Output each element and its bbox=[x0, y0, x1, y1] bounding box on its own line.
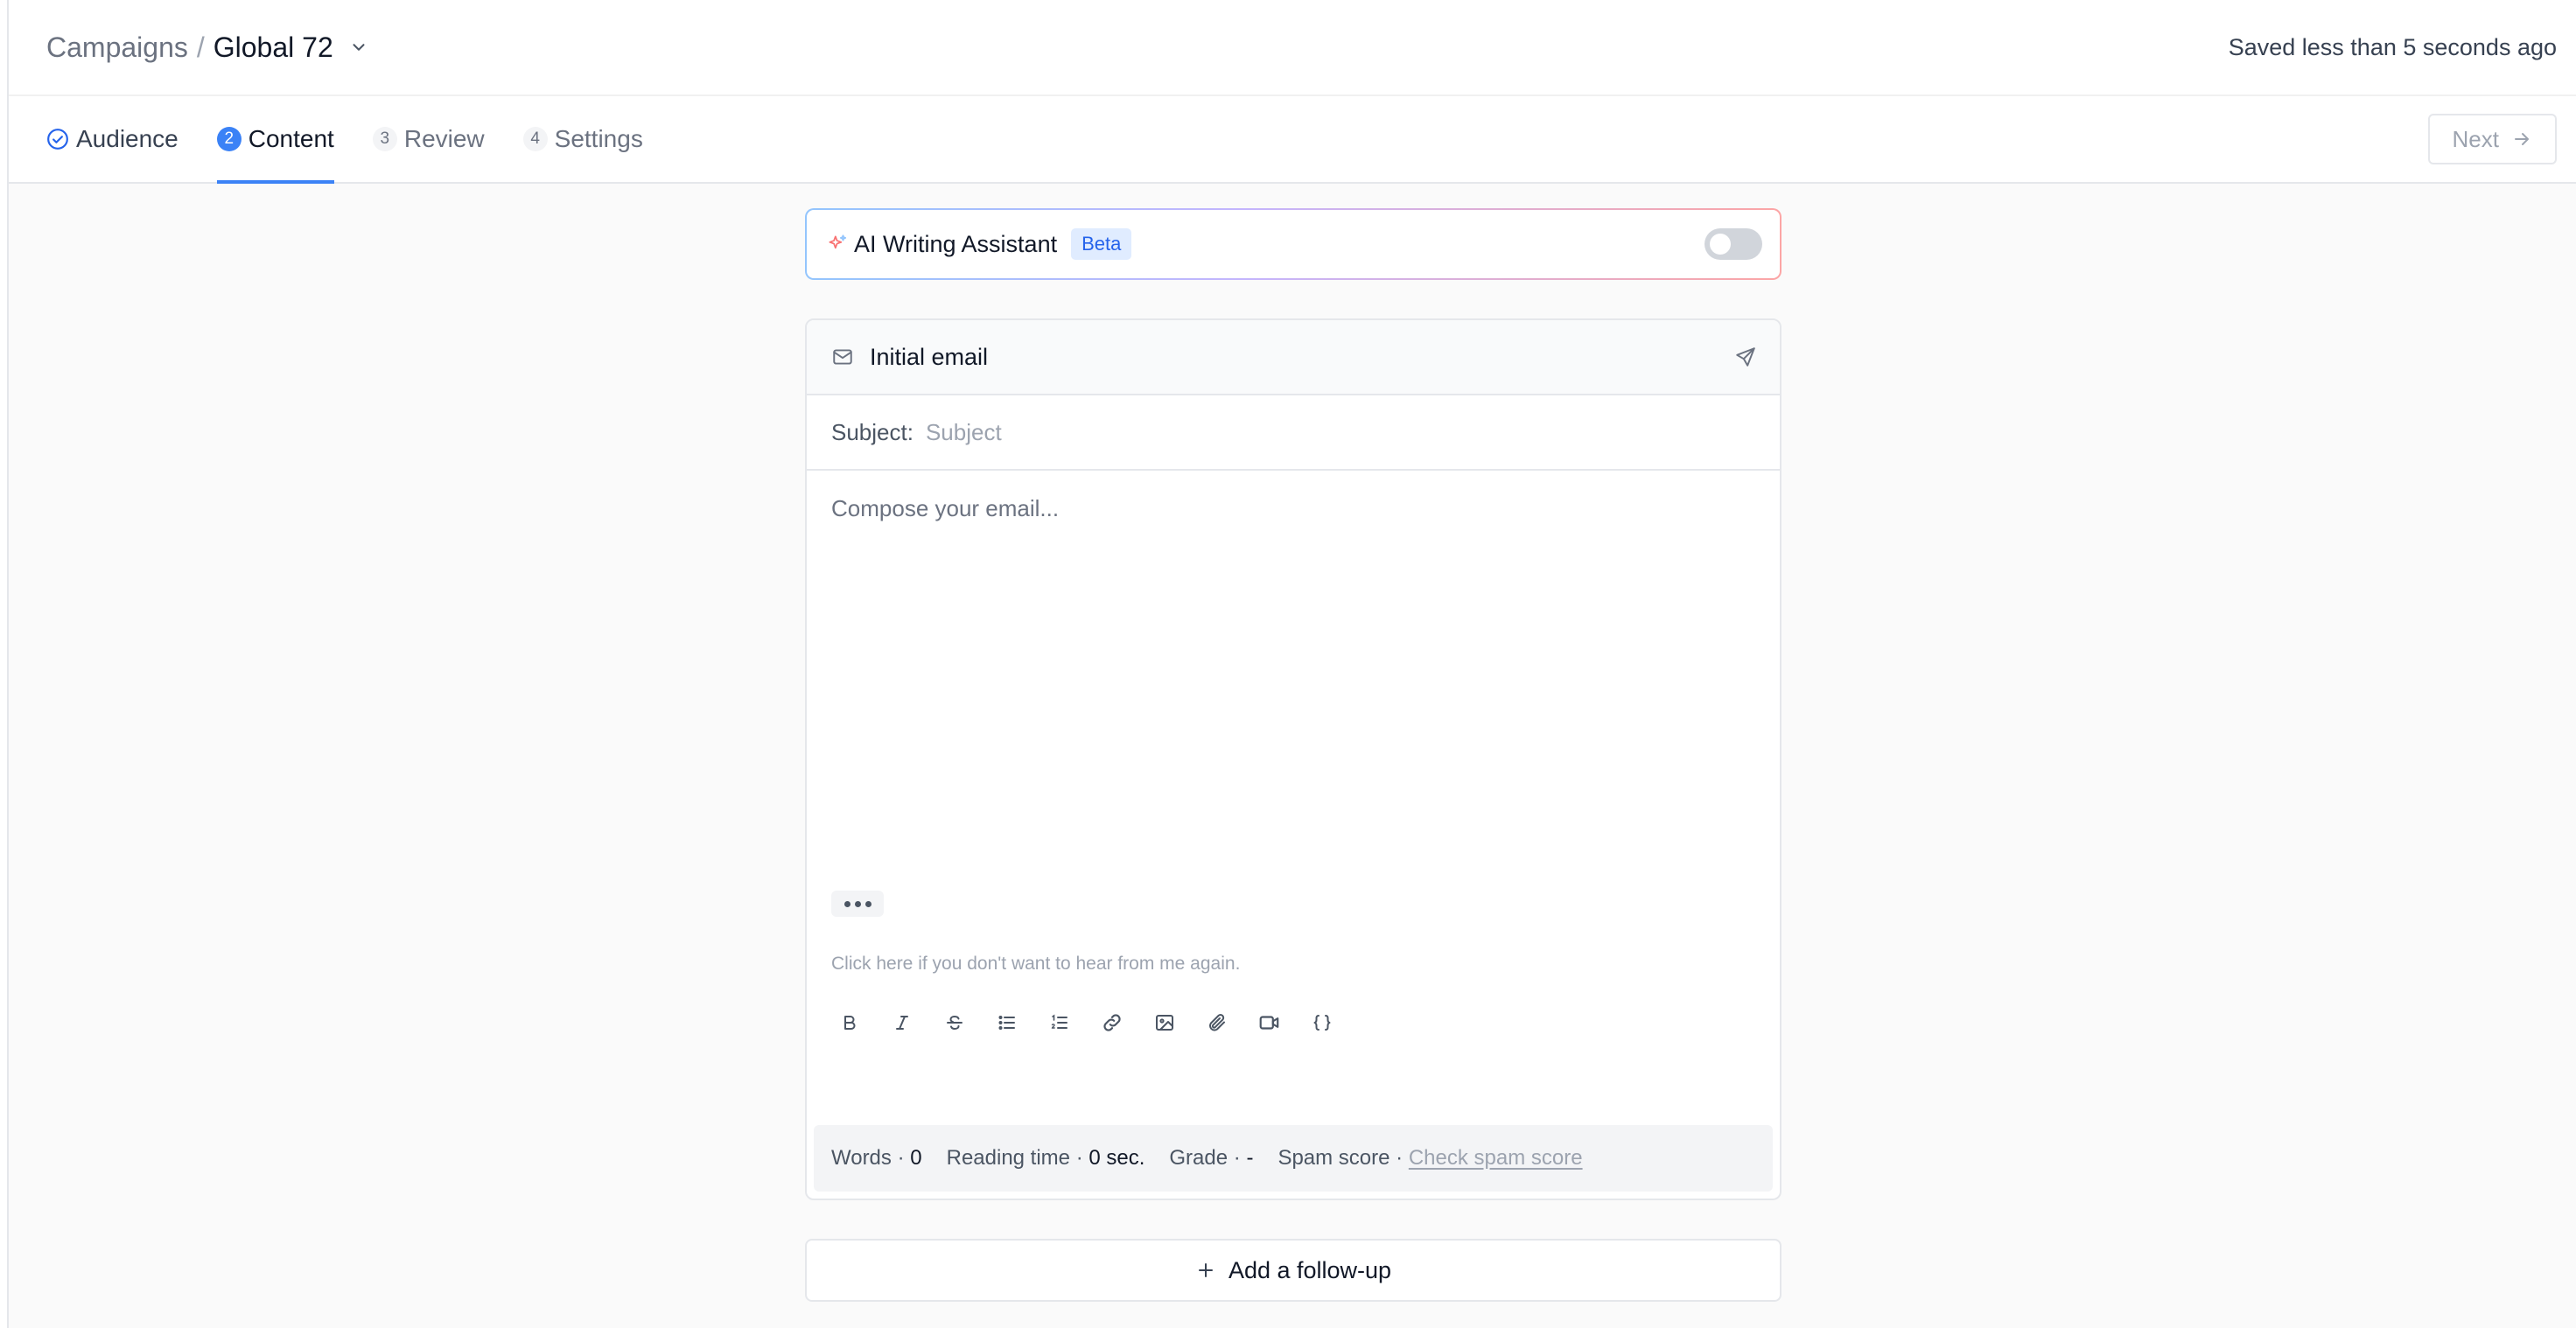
step-number: 3 bbox=[372, 127, 397, 151]
words-label: Words · bbox=[831, 1146, 905, 1170]
chevron-down-icon[interactable] bbox=[349, 38, 368, 57]
breadcrumb-separator: / bbox=[196, 31, 205, 63]
tab-label: Content bbox=[248, 125, 334, 152]
subject-input[interactable] bbox=[925, 418, 1626, 446]
spam-score-stat: Spam score · Check spam score bbox=[1278, 1146, 1582, 1171]
step-tabs-bar: Audience 2 Content 3 Review 4 Settings N… bbox=[9, 96, 2576, 184]
spam-score-label: Spam score · bbox=[1278, 1146, 1404, 1170]
next-button[interactable]: Next bbox=[2427, 114, 2557, 164]
ai-panel-inner: AI Writing Assistant Beta bbox=[807, 210, 1780, 278]
step-number: 2 bbox=[216, 127, 242, 151]
words-value: 0 bbox=[910, 1146, 922, 1170]
numbered-list-icon[interactable] bbox=[1043, 1006, 1076, 1039]
grade-stat: Grade · - bbox=[1169, 1146, 1253, 1171]
send-test-icon[interactable] bbox=[1734, 346, 1757, 368]
breadcrumb: Campaigns / Global 72 bbox=[46, 31, 368, 64]
check-spam-score-link[interactable]: Check spam score bbox=[1409, 1146, 1583, 1170]
variables-icon[interactable] bbox=[1306, 1006, 1339, 1039]
email-stats-bar: Words · 0 Reading time · 0 sec. Grade · … bbox=[814, 1125, 1773, 1192]
arrow-right-icon bbox=[2511, 129, 2532, 150]
reading-time-stat: Reading time · 0 sec. bbox=[947, 1146, 1145, 1171]
add-follow-up-button[interactable]: Add a follow-up bbox=[805, 1239, 1782, 1302]
tab-audience[interactable]: Audience bbox=[46, 96, 178, 182]
plus-icon bbox=[1195, 1260, 1216, 1281]
format-toolbar bbox=[833, 1006, 1780, 1039]
italic-icon[interactable] bbox=[886, 1006, 919, 1039]
email-title: Initial email bbox=[870, 343, 989, 370]
email-body-editor[interactable] bbox=[807, 471, 1780, 891]
image-icon[interactable] bbox=[1148, 1006, 1181, 1039]
ai-writing-assistant-panel: AI Writing Assistant Beta bbox=[805, 208, 1782, 280]
unsubscribe-text: Click here if you don't want to hear fro… bbox=[831, 954, 1241, 974]
link-icon[interactable] bbox=[1096, 1006, 1129, 1039]
tab-settings[interactable]: 4 Settings bbox=[522, 96, 643, 182]
grade-label: Grade · bbox=[1169, 1146, 1241, 1170]
grade-value: - bbox=[1246, 1146, 1254, 1170]
email-editor-card: Initial email Subject: Click here if you… bbox=[805, 318, 1782, 1200]
bold-icon[interactable] bbox=[833, 1006, 866, 1039]
email-card-header: Initial email bbox=[807, 320, 1780, 395]
video-icon[interactable] bbox=[1253, 1006, 1286, 1039]
step-number: 4 bbox=[522, 127, 548, 151]
beta-badge: Beta bbox=[1071, 228, 1132, 260]
save-status: Saved less than 5 seconds ago bbox=[2228, 33, 2557, 60]
reading-time-value: 0 sec. bbox=[1088, 1146, 1145, 1170]
dot bbox=[864, 900, 872, 907]
page-header: Campaigns / Global 72 Saved less than 5 … bbox=[9, 0, 2576, 96]
ai-assistant-label: AI Writing Assistant bbox=[854, 230, 1058, 257]
check-circle-icon bbox=[46, 128, 69, 150]
reading-time-label: Reading time · bbox=[946, 1146, 1083, 1170]
more-options-button[interactable] bbox=[831, 891, 884, 917]
mail-icon bbox=[831, 346, 854, 368]
next-button-label: Next bbox=[2452, 125, 2499, 152]
attachment-icon[interactable] bbox=[1200, 1006, 1234, 1039]
bullet-list-icon[interactable] bbox=[990, 1006, 1024, 1039]
ai-assistant-toggle[interactable] bbox=[1704, 228, 1762, 260]
step-tabs: Audience 2 Content 3 Review 4 Settings bbox=[46, 96, 643, 184]
dot bbox=[854, 900, 861, 907]
dot bbox=[844, 900, 850, 907]
campaign-name[interactable]: Global 72 bbox=[214, 31, 333, 64]
sparkles-icon bbox=[826, 233, 849, 255]
subject-row: Subject: bbox=[807, 395, 1780, 471]
tab-label: Audience bbox=[76, 125, 178, 152]
left-edge-bar bbox=[0, 0, 9, 1328]
add-follow-up-label: Add a follow-up bbox=[1228, 1256, 1392, 1283]
tab-label: Settings bbox=[554, 125, 643, 152]
words-stat: Words · 0 bbox=[831, 1146, 922, 1171]
tab-review[interactable]: 3 Review bbox=[372, 96, 485, 182]
breadcrumb-campaigns-link[interactable]: Campaigns bbox=[46, 31, 188, 64]
tab-label: Review bbox=[403, 125, 485, 152]
subject-label: Subject: bbox=[831, 418, 914, 445]
strikethrough-icon[interactable] bbox=[938, 1006, 971, 1039]
toggle-knob bbox=[1710, 234, 1731, 255]
tab-content[interactable]: 2 Content bbox=[216, 96, 334, 184]
